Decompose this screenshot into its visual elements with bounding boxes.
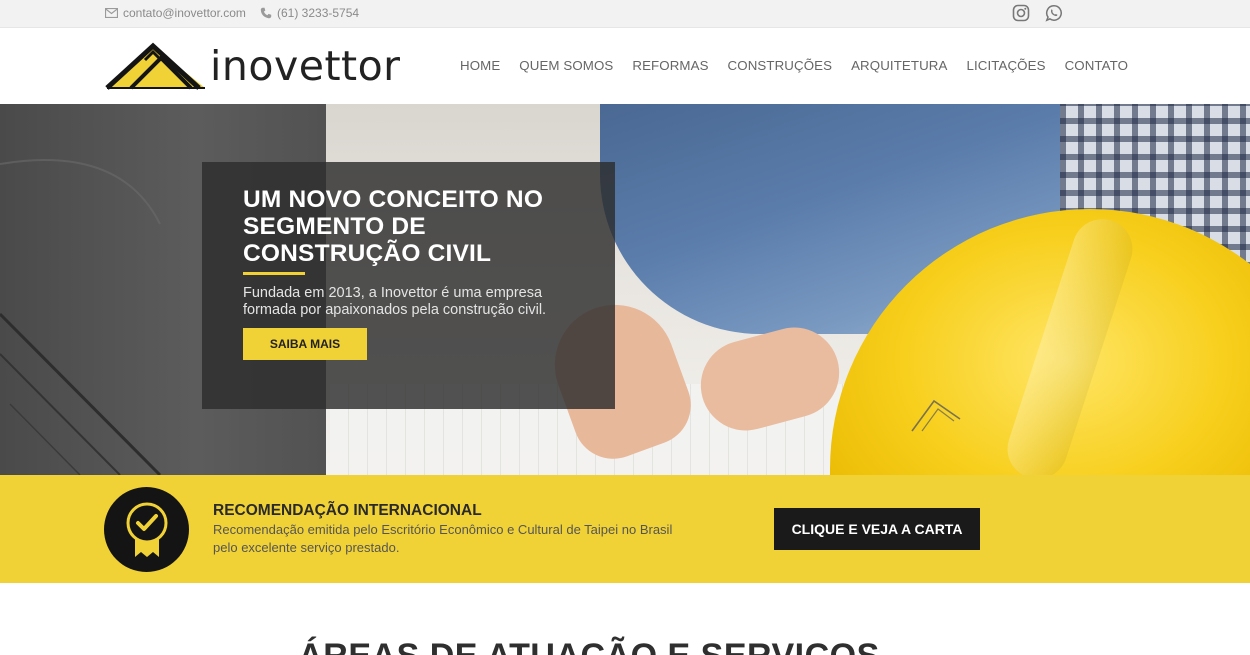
phone-text: (61) 3233-5754 (277, 6, 360, 20)
nav-home[interactable]: HOME (460, 58, 500, 73)
site-header: inovettor HOME QUEM SOMOS REFORMAS CONST… (0, 28, 1250, 104)
instagram-icon (1012, 4, 1030, 22)
nav-quem-somos[interactable]: QUEM SOMOS (519, 58, 613, 73)
email-link[interactable]: contato@inovettor.com (105, 6, 246, 20)
top-bar: contato@inovettor.com (61) 3233-5754 (0, 0, 1250, 28)
nav-licitacoes[interactable]: LICITAÇÕES (966, 58, 1045, 73)
award-badge (104, 487, 189, 572)
nav-reformas[interactable]: REFORMAS (632, 58, 708, 73)
areas-heading: ÁREAS DE ATUAÇÃO E SERVIÇOS (0, 637, 1178, 655)
hero-title-underline (243, 272, 305, 275)
nav-contato[interactable]: CONTATO (1065, 58, 1129, 73)
phone-link[interactable]: (61) 3233-5754 (260, 6, 359, 20)
instagram-link[interactable] (1012, 4, 1030, 22)
roof-logo-icon (105, 42, 205, 90)
saiba-mais-button[interactable]: SAIBA MAIS (243, 328, 367, 360)
recommendation-description: Recomendação emitida pelo Escritório Eco… (213, 522, 673, 555)
recommendation-strip: RECOMENDAÇÃO INTERNACIONAL Recomendação … (0, 475, 1250, 583)
phone-icon (260, 7, 272, 19)
areas-section: ÁREAS DE ATUAÇÃO E SERVIÇOS (0, 583, 1250, 655)
hero-title: UM NOVO CONCEITO NO SEGMENTO DE CONSTRUÇ… (243, 186, 544, 267)
whatsapp-link[interactable] (1045, 4, 1063, 22)
nav-arquitetura[interactable]: ARQUITETURA (851, 58, 947, 73)
award-ribbon-icon (126, 502, 167, 557)
logo[interactable]: inovettor (105, 40, 405, 92)
email-text: contato@inovettor.com (123, 6, 246, 20)
roof-watermark-icon (911, 399, 961, 432)
hero-lead: Fundada em 2013, a Inovettor é uma empre… (243, 285, 547, 318)
nav-construcoes[interactable]: CONSTRUÇÕES (728, 58, 833, 73)
view-letter-button[interactable]: CLIQUE E VEJA A CARTA (774, 508, 980, 550)
hero-banner: UM NOVO CONCEITO NO SEGMENTO DE CONSTRUÇ… (0, 104, 1250, 475)
whatsapp-icon (1045, 5, 1062, 22)
envelope-icon (105, 8, 118, 18)
brand-name: inovettor (210, 42, 401, 90)
main-nav: HOME QUEM SOMOS REFORMAS CONSTRUÇÕES ARQ… (450, 58, 1128, 73)
recommendation-title: RECOMENDAÇÃO INTERNACIONAL (213, 502, 482, 519)
